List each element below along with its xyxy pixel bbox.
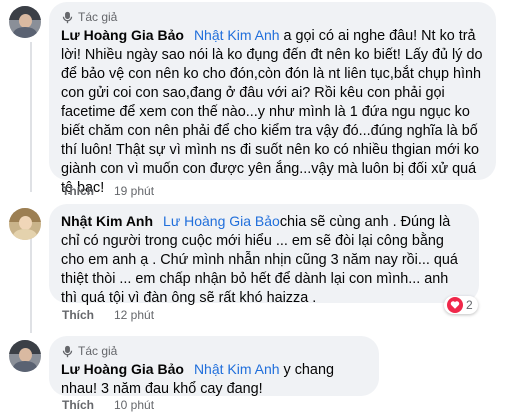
- thread-line: [30, 236, 32, 333]
- comment-bubble: Nhật Kim Anh Lư Hoàng Gia Bảochia sẽ cùn…: [49, 204, 479, 306]
- comment-text-rest: khổ cay đang!: [173, 381, 263, 397]
- like-button[interactable]: Thích: [62, 184, 94, 198]
- comment-meta: Thích 19 phút: [62, 184, 154, 198]
- microphone-icon: [62, 11, 73, 23]
- author-badge-label: Tác giả: [78, 344, 118, 358]
- mention-link[interactable]: Nhật Kim Anh: [194, 27, 280, 43]
- avatar[interactable]: [9, 6, 41, 38]
- reaction-summary[interactable]: 2: [444, 296, 478, 314]
- timestamp[interactable]: 12 phút: [114, 308, 154, 322]
- comment-bubble: Tác giả Lư Hoàng Gia Bảo Nhật Kim Anh a …: [49, 2, 496, 196]
- timestamp[interactable]: 10 phút: [114, 398, 154, 412]
- author-badge-label: Tác giả: [78, 10, 118, 24]
- author-name[interactable]: Lư Hoàng Gia Bảo: [61, 27, 184, 43]
- mention-link[interactable]: Lư Hoàng Gia Bảo: [163, 213, 280, 229]
- author-badge: Tác giả: [61, 10, 484, 24]
- thread-line: [30, 42, 32, 192]
- like-button[interactable]: Thích: [62, 308, 94, 322]
- avatar[interactable]: [9, 340, 41, 372]
- comment-text: Lư Hoàng Gia Bảo Nhật Kim Anh a gọi có a…: [61, 26, 484, 198]
- comment-text: Lư Hoàng Gia Bảo Nhật Kim Anh y chang nh…: [61, 360, 367, 399]
- comment-meta: Thích 10 phút: [62, 398, 154, 412]
- comment-text-first: a gọi có ai nghe đâu! Nt: [279, 28, 436, 44]
- comment-text: Nhật Kim Anh Lư Hoàng Gia Bảochia sẽ cùn…: [61, 212, 467, 308]
- comment-bubble: Tác giả Lư Hoàng Gia Bảo Nhật Kim Anh y …: [49, 336, 379, 399]
- reaction-count: 2: [466, 298, 473, 312]
- author-name[interactable]: Nhật Kim Anh: [61, 213, 153, 229]
- like-button[interactable]: Thích: [62, 398, 94, 412]
- timestamp[interactable]: 19 phút: [114, 184, 154, 198]
- author-badge: Tác giả: [61, 344, 367, 358]
- microphone-icon: [62, 345, 73, 357]
- comment-meta: Thích 12 phút: [62, 308, 154, 322]
- comment-text-rest: có người trong cuộc mới hiểu ... em sẽ đ…: [61, 233, 458, 306]
- comment-text-rest: ko trả lời! Nhiều ngày sao nói là ko đụn…: [61, 28, 483, 196]
- heart-icon: [447, 297, 463, 313]
- avatar[interactable]: [9, 208, 41, 240]
- author-name[interactable]: Lư Hoàng Gia Bảo: [61, 361, 184, 377]
- mention-link[interactable]: Nhật Kim Anh: [194, 361, 280, 377]
